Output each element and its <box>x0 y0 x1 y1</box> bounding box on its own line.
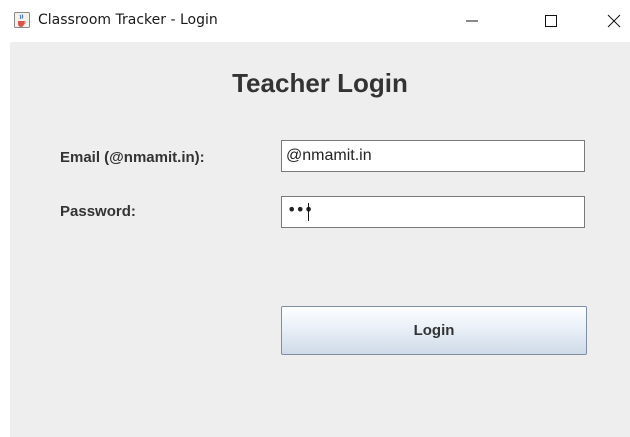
email-label: Email (@nmamit.in): <box>60 149 205 166</box>
login-panel: Teacher Login Email (@nmamit.in): Passwo… <box>10 42 630 437</box>
password-field[interactable]: ••• <box>281 196 585 228</box>
window-title: Classroom Tracker - Login <box>38 12 218 28</box>
close-button[interactable] <box>597 0 630 42</box>
close-icon <box>607 14 620 28</box>
password-label: Password: <box>60 203 136 220</box>
title-bar[interactable]: Classroom Tracker - Login <box>0 0 630 42</box>
login-button[interactable]: Login <box>281 306 587 355</box>
java-cup-icon <box>14 12 30 28</box>
minimize-icon <box>466 20 478 22</box>
text-caret <box>308 203 309 221</box>
email-field[interactable] <box>281 140 585 172</box>
maximize-button[interactable] <box>531 0 571 42</box>
page-title: Teacher Login <box>232 68 408 98</box>
minimize-button[interactable] <box>452 0 492 42</box>
maximize-icon <box>545 15 557 27</box>
